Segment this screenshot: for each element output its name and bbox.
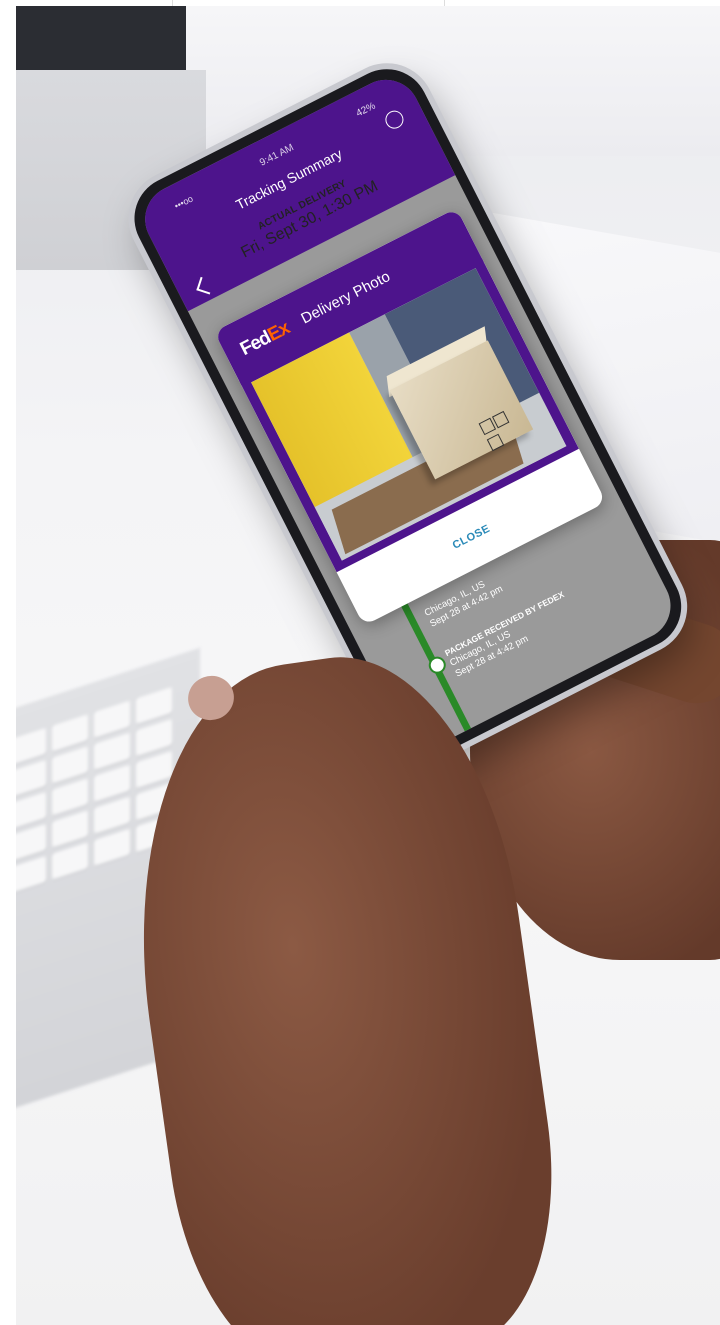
monitor-bezel bbox=[16, 6, 186, 80]
top-border bbox=[0, 0, 720, 6]
battery-indicator: 42% bbox=[354, 100, 378, 120]
left-border bbox=[0, 0, 16, 1325]
fedex-logo: FedEx bbox=[237, 318, 293, 361]
photo-scene: Fe •••oo 9:41 AM 42% Tracking Su bbox=[0, 0, 720, 1325]
